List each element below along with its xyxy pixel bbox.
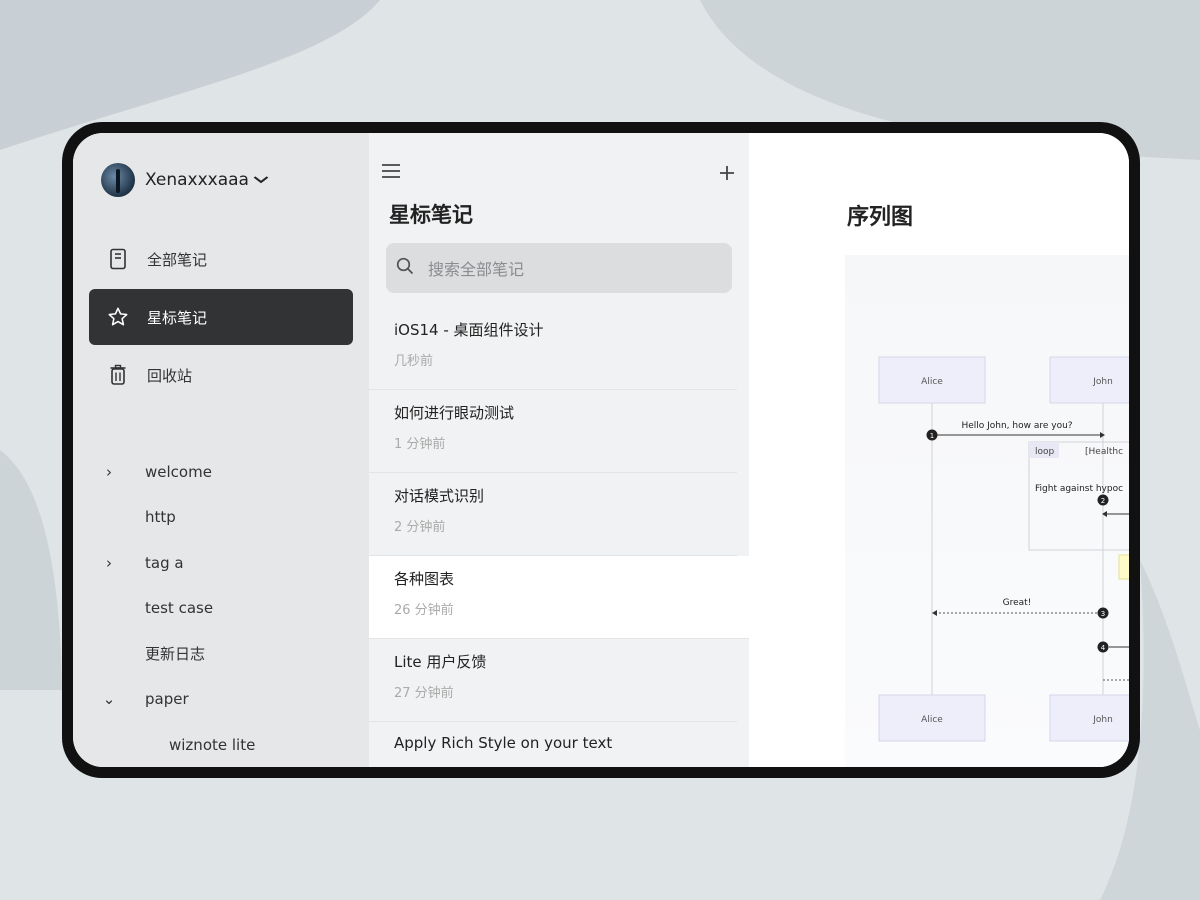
sidebar-item-all-notes[interactable]: 全部笔记: [89, 231, 353, 287]
search-icon: [396, 257, 414, 279]
note-list-item[interactable]: Apply Rich Style on your text: [369, 722, 737, 767]
editor-panel: 序列图 Alice John Hello John, how are you?: [749, 133, 1129, 767]
search-input[interactable]: 搜索全部笔记: [386, 243, 732, 293]
star-icon: [107, 306, 129, 328]
note-title: 如何进行眼动测试: [394, 404, 515, 422]
folder-item-changelog[interactable]: 更新日志: [73, 631, 369, 677]
note-list-item[interactable]: iOS14 - 桌面组件设计 几秒前: [369, 307, 737, 390]
sidebar-item-starred-notes[interactable]: 星标笔记: [89, 289, 353, 345]
note-timestamp: 几秒前: [394, 354, 434, 369]
loop-condition: [Healthc: [1085, 447, 1123, 457]
folder-item-paper[interactable]: ⌄ paper: [73, 677, 369, 723]
sidebar-nav: 全部笔记 星标笔记 回收站: [89, 231, 353, 405]
folder-item-wiznote-lite[interactable]: wiznote lite: [73, 722, 369, 767]
note-box: [1118, 554, 1129, 580]
participant-label: John: [1092, 715, 1113, 725]
note-text: Fight against hypoc: [1035, 484, 1123, 494]
account-switcher[interactable]: Xenaxxxaaa: [101, 163, 269, 197]
folder-label: welcome: [145, 462, 212, 481]
sidebar-item-label: 星标笔记: [147, 308, 208, 327]
add-note-icon[interactable]: [719, 159, 735, 187]
folder-label: tag a: [145, 553, 184, 572]
note-list-item[interactable]: 如何进行眼动测试 1 分钟前: [369, 390, 737, 473]
trash-icon: [107, 364, 129, 386]
message-label: Great!: [1003, 598, 1032, 608]
note-title: 对话模式识别: [394, 487, 485, 505]
chevron-right-icon[interactable]: ›: [73, 554, 145, 572]
note-title: Lite 用户反馈: [394, 653, 487, 671]
chevron-down-icon[interactable]: ⌄: [73, 690, 145, 708]
note-list-item[interactable]: Lite 用户反馈 27 分钟前: [369, 639, 737, 722]
note-list-item[interactable]: 对话模式识别 2 分钟前: [369, 473, 737, 556]
sequence-number: 4: [1101, 644, 1106, 652]
folder-label: 更新日志: [145, 645, 206, 664]
arrow-head: [932, 610, 937, 616]
folder-label: paper: [145, 690, 189, 709]
participant-label: John: [1092, 377, 1113, 387]
folder-item-welcome[interactable]: › welcome: [73, 449, 369, 495]
note-title: 各种图表: [394, 570, 455, 588]
document-icon: [107, 248, 129, 270]
chevron-down-icon: [253, 173, 269, 188]
sequence-number: 1: [930, 432, 934, 440]
sidebar: Xenaxxxaaa 全部笔记 星标笔记 回收站 › welcome http …: [73, 133, 369, 767]
loop-tag: loop: [1035, 447, 1055, 457]
participant-box: [1049, 356, 1129, 404]
sidebar-item-label: 回收站: [147, 366, 193, 385]
folder-item-http[interactable]: http: [73, 495, 369, 541]
folder-tree: › welcome http › tag a test case 更新日志 ⌄ …: [73, 449, 369, 767]
participant-label: Alice: [921, 715, 943, 725]
menu-icon[interactable]: [381, 163, 401, 183]
folder-item-test-case[interactable]: test case: [73, 586, 369, 632]
avatar: [101, 163, 135, 197]
note-list-panel: 星标笔记 搜索全部笔记 iOS14 - 桌面组件设计 几秒前 如何进行眼动测试 …: [369, 133, 749, 767]
account-name: Xenaxxxaaa: [145, 170, 249, 190]
sidebar-item-label: 全部笔记: [147, 250, 208, 269]
sidebar-item-trash[interactable]: 回收站: [89, 347, 353, 403]
search-placeholder: 搜索全部笔记: [428, 260, 525, 279]
sequence-diagram: Alice John Hello John, how are you? 1 lo…: [845, 255, 1129, 767]
folder-label: http: [145, 508, 176, 527]
note-list-item-selected[interactable]: 各种图表 26 分钟前: [369, 556, 749, 639]
note-timestamp: 26 分钟前: [394, 603, 454, 618]
document-title[interactable]: 序列图: [847, 199, 913, 231]
app-screen: Xenaxxxaaa 全部笔记 星标笔记 回收站 › welcome http …: [73, 133, 1129, 767]
folder-item-tag-a[interactable]: › tag a: [73, 540, 369, 586]
note-list-title: 星标笔记: [389, 203, 473, 227]
participant-label: Alice: [921, 377, 943, 387]
chevron-right-icon[interactable]: ›: [73, 463, 145, 481]
sequence-number: 2: [1101, 497, 1105, 505]
note-timestamp: 27 分钟前: [394, 686, 454, 701]
loop-frame: [1028, 441, 1129, 551]
sequence-number: 3: [1101, 610, 1105, 618]
folder-label: test case: [145, 599, 214, 618]
message-label: Hello John, how are you?: [961, 421, 1072, 431]
note-title: iOS14 - 桌面组件设计: [394, 321, 544, 339]
tablet-device-frame: Xenaxxxaaa 全部笔记 星标笔记 回收站 › welcome http …: [62, 122, 1140, 778]
note-timestamp: 1 分钟前: [394, 437, 446, 452]
note-title: Apply Rich Style on your text: [394, 734, 613, 752]
folder-label: wiznote lite: [169, 735, 256, 754]
note-list: iOS14 - 桌面组件设计 几秒前 如何进行眼动测试 1 分钟前 对话模式识别…: [369, 307, 749, 767]
participant-box: [1049, 694, 1129, 742]
note-timestamp: 2 分钟前: [394, 520, 446, 535]
